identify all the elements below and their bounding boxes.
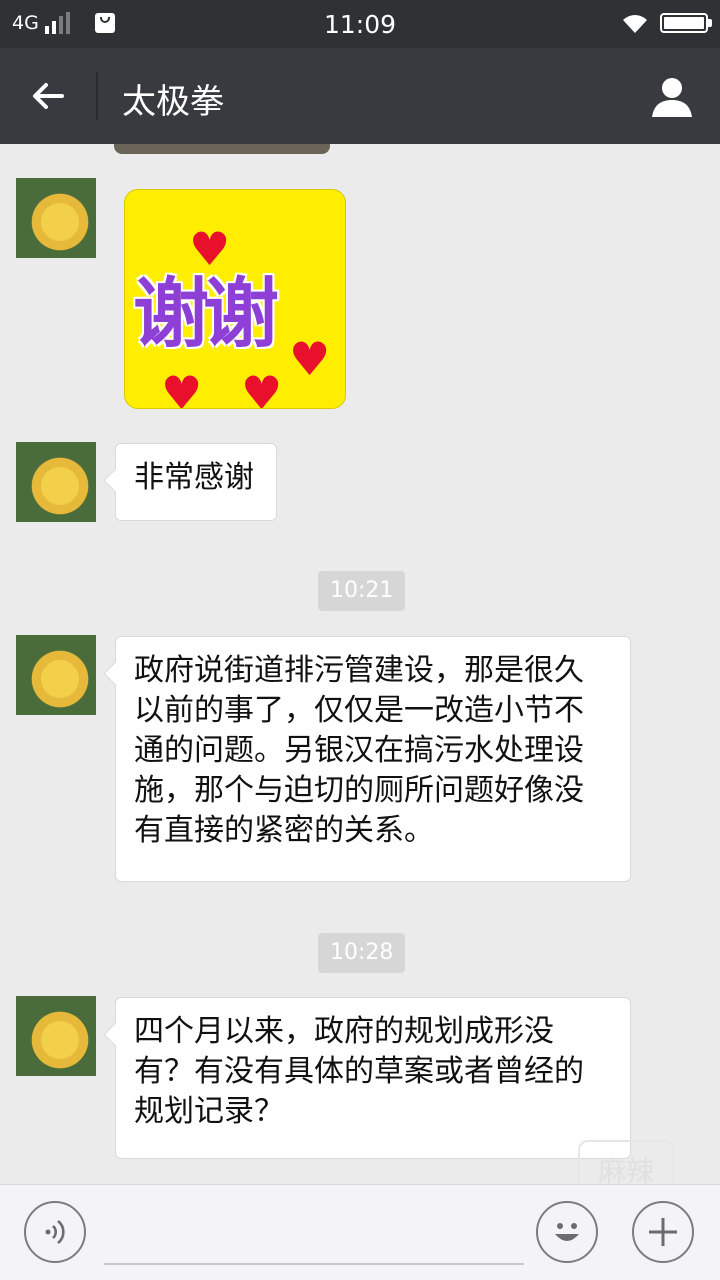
message-text: 非常感谢 xyxy=(134,460,254,495)
voice-button[interactable] xyxy=(24,1201,86,1263)
message-line: 以前的事了，仅仅是一改造小节不 xyxy=(134,693,584,728)
title-divider xyxy=(96,72,98,120)
emoji-icon xyxy=(555,1223,579,1241)
sticker-message[interactable]: ♥ ♥ ♥ ♥ 谢谢 xyxy=(124,189,346,409)
voice-icon xyxy=(45,1219,65,1245)
message-line: 有？有没有具体的草案或者曾经的 xyxy=(134,1054,584,1089)
battery-tip xyxy=(708,19,712,27)
message-line: 有直接的紧密的关系。 xyxy=(134,813,434,848)
avatar[interactable] xyxy=(16,996,96,1076)
avatar[interactable] xyxy=(16,178,96,258)
message-input[interactable] xyxy=(104,1263,524,1265)
message-line: 规划记录？ xyxy=(134,1094,284,1129)
arrow-left-icon xyxy=(33,83,64,109)
battery-icon xyxy=(660,13,708,33)
heart-icon: ♥ xyxy=(241,366,283,409)
message-line: 政府说街道排污管建设，那是很久 xyxy=(134,653,584,688)
plus-icon xyxy=(649,1218,677,1246)
message-bubble[interactable]: 政府说街道排污管建设，那是很久 以前的事了，仅仅是一改造小节不 通的问题。另银汉… xyxy=(115,636,631,882)
avatar[interactable] xyxy=(16,635,96,715)
sticker-text: 谢谢 xyxy=(133,269,279,358)
message-line: 四个月以来，政府的规划成形没 xyxy=(134,1014,554,1049)
chat-title: 太极拳 xyxy=(122,82,224,122)
person-icon xyxy=(652,78,692,117)
title-bar: 太极拳 xyxy=(0,48,720,144)
timestamp: 10:28 xyxy=(318,933,406,973)
status-bar: 4G 11:09 xyxy=(0,0,720,48)
back-button[interactable] xyxy=(18,66,78,126)
wifi-icon xyxy=(623,15,647,33)
heart-icon: ♥ xyxy=(289,332,331,386)
chat-area[interactable]: ♥ ♥ ♥ ♥ 谢谢 非常感谢 10:21 政府说街道排污管建设，那是很久 以前… xyxy=(0,144,720,1184)
message-line: 施，那个与迫切的厕所问题好像没 xyxy=(134,773,584,808)
previous-image-message[interactable] xyxy=(114,144,330,154)
heart-icon: ♥ xyxy=(161,366,203,409)
message-bubble[interactable]: 四个月以来，政府的规划成形没 有？有没有具体的草案或者曾经的 规划记录？ xyxy=(115,997,631,1159)
input-bar xyxy=(0,1184,720,1280)
clock: 11:09 xyxy=(323,10,397,39)
avatar[interactable] xyxy=(16,442,96,522)
more-button[interactable] xyxy=(632,1201,694,1263)
message-bubble[interactable]: 非常感谢 xyxy=(115,443,277,521)
chat-info-button[interactable] xyxy=(642,66,702,126)
message-line: 通的问题。另银汉在搞污水处理设 xyxy=(134,733,584,768)
emoji-button[interactable] xyxy=(536,1201,598,1263)
timestamp: 10:21 xyxy=(318,571,406,611)
